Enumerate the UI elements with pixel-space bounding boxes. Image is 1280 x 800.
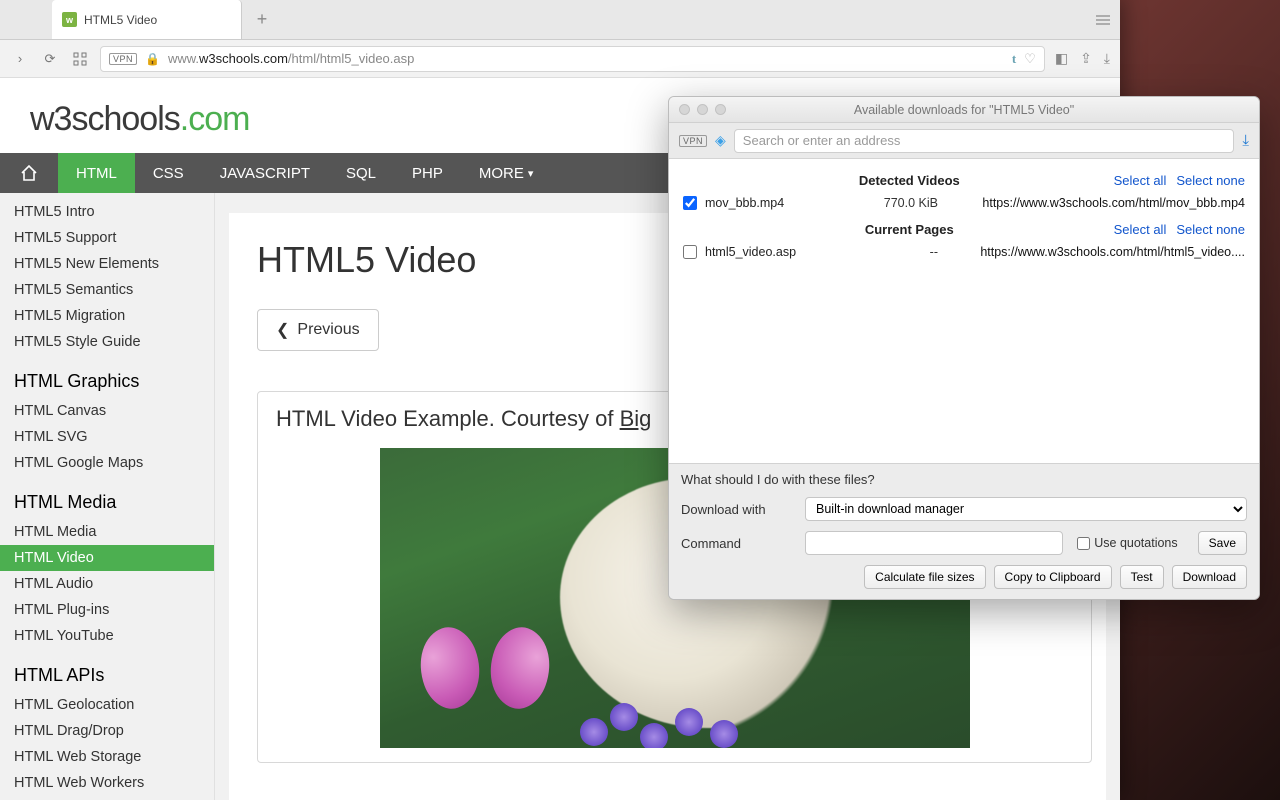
window-controls[interactable] (669, 104, 736, 115)
download-with-select[interactable]: Built-in download manager (805, 497, 1247, 521)
pages-select-none[interactable]: Select none (1176, 222, 1245, 237)
nav-html[interactable]: HTML (58, 153, 135, 193)
page-size: -- (868, 245, 938, 259)
sidebar-item[interactable]: HTML5 Support (0, 225, 214, 251)
sidebar-group-media: HTML Media (0, 476, 214, 519)
nav-home[interactable] (0, 153, 58, 193)
test-button[interactable]: Test (1120, 565, 1164, 589)
panel-titlebar[interactable]: Available downloads for "HTML5 Video" (669, 97, 1259, 123)
section-current-pages: Current Pages Select all Select none (683, 222, 1245, 237)
sidebar-item[interactable]: HTML Geolocation (0, 692, 214, 718)
lock-icon: 🔒 (145, 52, 160, 66)
video-row: mov_bbb.mp4 770.0 KiB https://www.w3scho… (683, 196, 1245, 210)
translate-icon[interactable]: t (1012, 51, 1016, 67)
page-name: html5_video.asp (705, 245, 860, 259)
new-tab-button[interactable]: + (242, 0, 282, 39)
nav-javascript[interactable]: JAVASCRIPT (202, 153, 328, 193)
sidebar-item[interactable]: HTML5 Semantics (0, 277, 214, 303)
favicon-icon: w (62, 12, 77, 27)
vpn-badge: VPN (109, 53, 137, 65)
panel-title: Available downloads for "HTML5 Video" (669, 103, 1259, 117)
sidebar-item[interactable]: HTML Drag/Drop (0, 718, 214, 744)
extension-icon[interactable]: ◧ (1055, 50, 1068, 67)
share-icon[interactable]: ⇪ (1080, 50, 1092, 67)
sidebar-item[interactable]: HTML Google Maps (0, 450, 214, 476)
heart-icon[interactable]: ♡ (1024, 51, 1036, 67)
toolbar-right: ◧ ⇪ ⤓ (1055, 50, 1110, 67)
reload-button[interactable]: ⟳ (40, 51, 60, 67)
page-checkbox[interactable] (683, 245, 697, 259)
sidebar-item[interactable]: HTML Media (0, 519, 214, 545)
video-checkbox[interactable] (683, 196, 697, 210)
url-toolbar: › ⟳ VPN 🔒 www.w3schools.com/html/html5_v… (0, 40, 1120, 78)
calculate-button[interactable]: Calculate file sizes (864, 565, 985, 589)
nav-sql[interactable]: SQL (328, 153, 394, 193)
sidebar-item[interactable]: HTML5 Migration (0, 303, 214, 329)
download-panel: Available downloads for "HTML5 Video" VP… (668, 96, 1260, 600)
video-name: mov_bbb.mp4 (705, 196, 860, 210)
command-label: Command (681, 536, 791, 551)
nav-more[interactable]: MORE (461, 153, 552, 193)
save-button[interactable]: Save (1198, 531, 1247, 555)
page-url: https://www.w3schools.com/html/html5_vid… (946, 245, 1245, 259)
previous-button[interactable]: ❮ Previous (257, 309, 379, 351)
forward-button[interactable]: › (10, 51, 30, 66)
site-logo[interactable]: w3schools.com (30, 100, 249, 139)
download-with-label: Download with (681, 502, 791, 517)
sidebar-item[interactable]: HTML SVG (0, 424, 214, 450)
sidebar-item[interactable]: HTML Video (0, 545, 214, 571)
use-quotations-toggle[interactable]: Use quotations (1077, 536, 1177, 550)
download-button[interactable]: Download (1172, 565, 1247, 589)
sidebar-item[interactable]: HTML5 Intro (0, 199, 214, 225)
vpn-badge-small: VPN (679, 135, 707, 147)
videos-select-all[interactable]: Select all (1114, 173, 1167, 188)
sidebar-item[interactable]: HTML Web Workers (0, 770, 214, 796)
cube-icon[interactable]: ◈ (715, 132, 726, 149)
sidebar-item[interactable]: HTML Audio (0, 571, 214, 597)
copy-clipboard-button[interactable]: Copy to Clipboard (994, 565, 1112, 589)
videos-select-none[interactable]: Select none (1176, 173, 1245, 188)
command-input[interactable] (805, 531, 1063, 555)
pages-select-all[interactable]: Select all (1114, 222, 1167, 237)
sidebar-item[interactable]: HTML Plug-ins (0, 597, 214, 623)
sidebar-group-apis: HTML APIs (0, 649, 214, 692)
footer-question: What should I do with these files? (681, 472, 1247, 487)
page-row: html5_video.asp -- https://www.w3schools… (683, 245, 1245, 259)
use-quotations-checkbox[interactable] (1077, 537, 1090, 550)
sidebar-group-graphics: HTML Graphics (0, 355, 214, 398)
sidebar-item[interactable]: HTML5 New Elements (0, 251, 214, 277)
tab-bar: w HTML5 Video + (0, 0, 1120, 40)
url-text: www.w3schools.com/html/html5_video.asp (168, 51, 414, 66)
sidebar-item[interactable]: HTML Canvas (0, 398, 214, 424)
chevron-left-icon: ❮ (276, 320, 289, 340)
panel-footer: What should I do with these files? Downl… (669, 463, 1259, 599)
sidebar-item[interactable]: HTML YouTube (0, 623, 214, 649)
sidebar: HTML5 IntroHTML5 SupportHTML5 New Elemen… (0, 193, 215, 800)
sidebar-item[interactable]: HTML Web Storage (0, 744, 214, 770)
panel-search-input[interactable]: Search or enter an address (734, 129, 1235, 153)
downloads-icon[interactable]: ⤓ (1104, 50, 1110, 67)
tab-active[interactable]: w HTML5 Video (52, 0, 242, 39)
nav-php[interactable]: PHP (394, 153, 461, 193)
tab-menu-button[interactable] (1086, 0, 1120, 39)
video-size: 770.0 KiB (868, 196, 938, 210)
video-url: https://www.w3schools.com/html/mov_bbb.m… (946, 196, 1245, 210)
download-icon[interactable]: ⤓ (1242, 132, 1249, 149)
sidebar-item[interactable]: HTML5 Style Guide (0, 329, 214, 355)
tab-title: HTML5 Video (84, 13, 157, 27)
section-detected-videos: Detected Videos Select all Select none (683, 173, 1245, 188)
panel-body: Detected Videos Select all Select none m… (669, 159, 1259, 463)
speed-dial-button[interactable] (70, 52, 90, 66)
panel-search-row: VPN ◈ Search or enter an address ⤓ (669, 123, 1259, 159)
url-field[interactable]: VPN 🔒 www.w3schools.com/html/html5_video… (100, 46, 1045, 72)
nav-css[interactable]: CSS (135, 153, 202, 193)
